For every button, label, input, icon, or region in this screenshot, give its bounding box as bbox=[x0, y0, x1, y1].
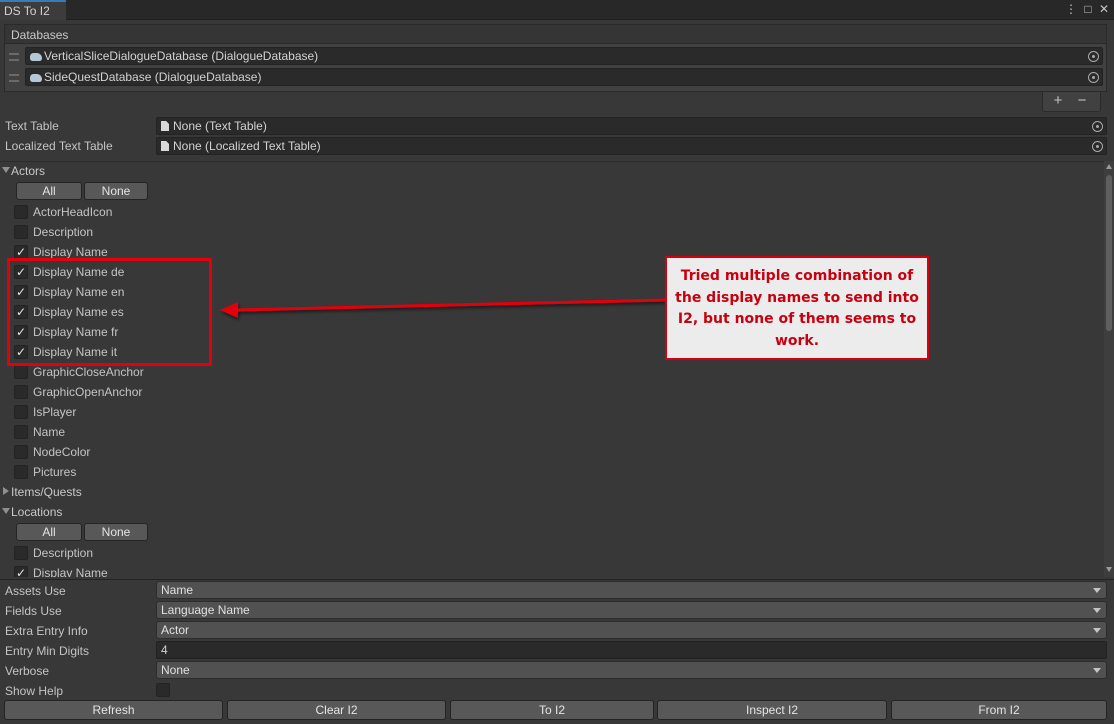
annotation-note: Tried multiple combination of the displa… bbox=[665, 256, 929, 360]
annotation-arrow bbox=[220, 298, 666, 318]
